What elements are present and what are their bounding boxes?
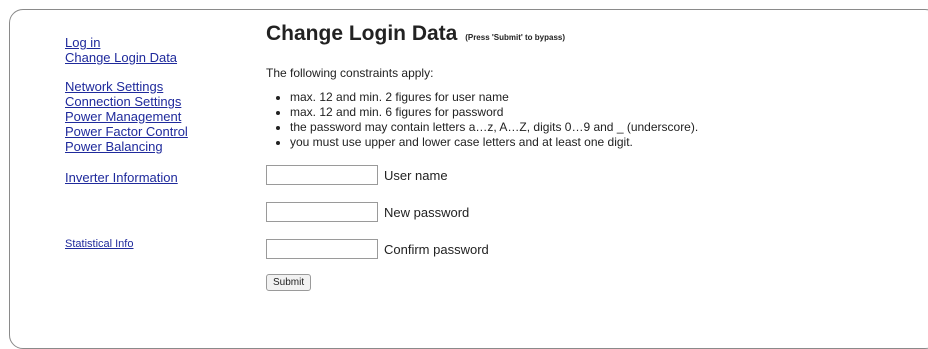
sidebar-item-connection-settings[interactable]: Connection Settings xyxy=(65,94,245,109)
page-title-text: Change Login Data xyxy=(266,22,458,45)
new-password-label: New password xyxy=(384,204,470,220)
main-content: Change Login Data (Press 'Submit' to byp… xyxy=(266,22,906,291)
user-name-label: User name xyxy=(384,167,448,183)
confirm-password-label: Confirm password xyxy=(384,241,489,257)
submit-button[interactable]: Submit xyxy=(266,274,312,291)
sidebar-item-power-management[interactable]: Power Management xyxy=(65,109,245,124)
sidebar-item-statistical-info[interactable]: Statistical Info xyxy=(65,237,245,252)
user-name-input[interactable] xyxy=(266,165,378,185)
sidebar-item-change-login-data[interactable]: Change Login Data xyxy=(65,50,245,65)
constraint-item: max. 12 and min. 2 figures for user name xyxy=(290,90,906,105)
sidebar-item-log-in[interactable]: Log in xyxy=(65,35,245,50)
submit-row: Submit xyxy=(266,272,906,291)
constraints-intro: The following constraints apply: xyxy=(266,66,434,80)
page-title: Change Login Data (Press 'Submit' to byp… xyxy=(266,22,906,46)
sidebar-item-network-settings[interactable]: Network Settings xyxy=(65,79,245,94)
constraint-item: max. 12 and min. 6 figures for password xyxy=(290,105,906,120)
constraint-item: the password may contain letters a…z, A…… xyxy=(290,120,906,135)
new-password-input[interactable] xyxy=(266,202,378,222)
sidebar-item-power-factor-control[interactable]: Power Factor Control xyxy=(65,124,245,139)
constraint-item: you must use upper and lower case letter… xyxy=(290,135,906,150)
user-name-row: User name xyxy=(266,164,906,186)
constraints-list: max. 12 and min. 2 figures for user name… xyxy=(266,90,906,150)
page-title-note: (Press 'Submit' to bypass) xyxy=(465,33,566,42)
sidebar-item-inverter-information[interactable]: Inverter Information xyxy=(65,170,245,185)
sidebar-nav: Log in Change Login Data Network Setting… xyxy=(65,35,245,252)
confirm-password-input[interactable] xyxy=(266,239,378,259)
new-password-row: New password xyxy=(266,201,906,223)
sidebar-item-power-balancing[interactable]: Power Balancing xyxy=(65,139,245,154)
confirm-password-row: Confirm password xyxy=(266,238,906,260)
